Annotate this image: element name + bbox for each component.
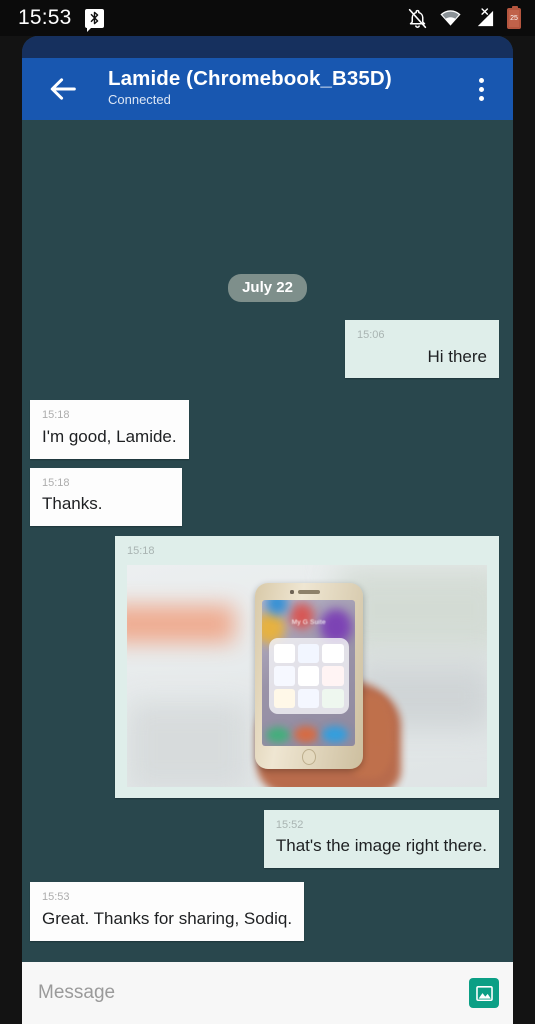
app-icon (273, 688, 296, 708)
photo-background-blur (127, 702, 250, 787)
app-icon (273, 666, 296, 686)
shared-photo[interactable]: My G Suite (127, 564, 487, 787)
more-vertical-icon[interactable] (459, 77, 503, 101)
conversation-header: Lamide (Chromebook_B35D) Connected (108, 67, 459, 110)
phone-front-camera (290, 590, 294, 594)
message-input[interactable] (38, 982, 469, 1004)
message-timestamp: 15:52 (275, 818, 304, 831)
message-text: I'm good, Lamide. (42, 426, 177, 446)
message-timestamp: 15:18 (42, 476, 70, 489)
message-row: 15:52 That's the image right there. (22, 809, 513, 869)
app-icon (298, 688, 320, 708)
message-row: 15:18 My G Suite (22, 536, 513, 798)
status-bar-clock: 15:53 (18, 6, 72, 29)
message-row: 15:18 Thanks. (22, 467, 513, 527)
app-folder (268, 638, 349, 714)
app-icon (298, 666, 320, 686)
phone-earpiece (297, 590, 320, 595)
phone-in-photo: My G Suite (254, 582, 363, 770)
message-row: 15:18 I'm good, Lamide. (22, 400, 513, 459)
battery-level-label: 25 (510, 14, 518, 22)
connection-status: Connected (108, 92, 171, 108)
message-bubble-incoming[interactable]: 15:18 Thanks. (30, 467, 182, 527)
photo-background-blur (127, 604, 235, 643)
phone-screenshot: 15:53 25 Lamide (Chromebook_B35D) Connec… (0, 0, 535, 1024)
app-icon (322, 666, 344, 686)
conversation-title: Lamide (Chromebook_B35D) (108, 67, 392, 91)
bluetooth-icon (84, 8, 104, 32)
message-bubble-image[interactable]: 15:18 My G Suite (115, 536, 499, 798)
status-icons: 25 (407, 5, 525, 29)
message-timestamp: 15:18 (42, 409, 70, 422)
back-arrow-icon[interactable] (46, 72, 80, 106)
message-row: 15:06 Hi there (22, 320, 513, 379)
bell-off-icon (408, 8, 427, 28)
message-timestamp: 15:06 (357, 329, 385, 341)
date-separator-row: July 22 (22, 274, 513, 302)
message-composer (22, 962, 513, 1024)
messaging-app: Lamide (Chromebook_B35D) Connected July … (22, 36, 513, 1024)
message-text: Great. Thanks for sharing, Sodiq. (42, 908, 293, 928)
app-bar: Lamide (Chromebook_B35D) Connected (22, 58, 513, 120)
app-icon (322, 644, 344, 664)
phone-home-button (301, 749, 316, 765)
phone-screen-in-photo: My G Suite (262, 600, 356, 746)
message-text: That's the image right there. (275, 836, 487, 856)
message-bubble-outgoing[interactable]: 15:52 That's the image right there. (263, 809, 499, 869)
folder-label: My G Suite (291, 619, 326, 627)
app-bar-top-strip (22, 36, 513, 58)
app-icon (298, 644, 320, 664)
message-timestamp: 15:18 (127, 545, 155, 558)
app-icon (322, 688, 344, 708)
bluetooth-glyph (90, 11, 98, 25)
status-bar: 15:53 25 (0, 0, 535, 36)
message-bubble-incoming[interactable]: 15:18 I'm good, Lamide. (30, 400, 189, 459)
cellular-no-signal-icon (477, 7, 494, 26)
app-icon (273, 644, 296, 664)
message-row: 15:53 Great. Thanks for sharing, Sodiq. (22, 882, 513, 941)
message-bubble-incoming[interactable]: 15:53 Great. Thanks for sharing, Sodiq. (30, 882, 305, 941)
date-separator: July 22 (228, 274, 307, 302)
image-icon[interactable] (469, 978, 499, 1008)
wifi-icon (440, 10, 461, 26)
message-list[interactable]: July 22 15:06 Hi there 15:18 I'm good, L… (22, 274, 513, 1024)
battery-icon: 25 (507, 5, 521, 29)
message-bubble-outgoing[interactable]: 15:06 Hi there (345, 320, 499, 379)
message-text: Thanks. (42, 494, 103, 514)
message-text: Hi there (427, 346, 487, 366)
phone-dock (262, 722, 355, 745)
message-timestamp: 15:53 (42, 891, 70, 904)
